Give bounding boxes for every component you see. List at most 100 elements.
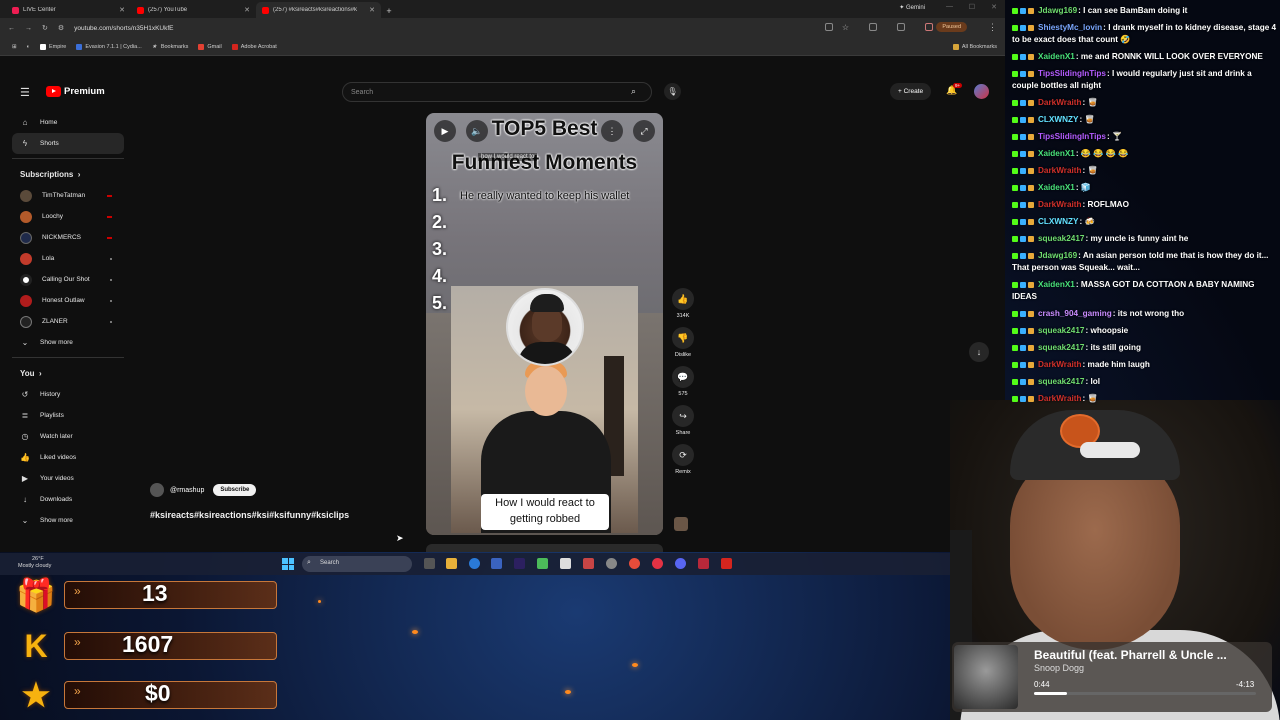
app-icon[interactable]: [583, 558, 594, 569]
close-window-icon[interactable]: ✕: [991, 3, 997, 11]
bookmark-gmail[interactable]: Gmail: [198, 43, 222, 50]
chat-username[interactable]: XaidenX1: [1038, 52, 1075, 61]
tab-live-center[interactable]: LIVE Center ✕: [6, 2, 131, 18]
windows-start-icon[interactable]: [282, 558, 294, 570]
chat-username[interactable]: Jdawg169: [1038, 6, 1077, 15]
chat-username[interactable]: DarkWraith: [1038, 394, 1082, 403]
chat-username[interactable]: Jdawg169: [1038, 251, 1077, 260]
xbox-icon[interactable]: [537, 558, 548, 569]
discord-icon[interactable]: [675, 558, 686, 569]
weather-widget[interactable]: 26°F Mostly cloudy: [18, 556, 51, 570]
chat-username[interactable]: squeak2417: [1038, 326, 1084, 335]
volume-icon[interactable]: 🔈: [466, 120, 488, 142]
chat-username[interactable]: DarkWraith: [1038, 200, 1082, 209]
obs-icon[interactable]: [560, 558, 571, 569]
chat-username[interactable]: XaidenX1: [1038, 280, 1075, 289]
apps-icon[interactable]: ⊞: [12, 44, 17, 50]
youtube-music-icon[interactable]: [652, 558, 663, 569]
acrobat-icon[interactable]: [721, 558, 732, 569]
sidebar-item-honest-outlaw[interactable]: Honest Outlaw: [12, 290, 124, 311]
close-icon[interactable]: ✕: [119, 6, 125, 14]
sound-avatar[interactable]: [674, 517, 688, 531]
gemini-button[interactable]: ✦ Gemini: [899, 4, 925, 11]
comments-button[interactable]: 💬 575: [670, 366, 696, 397]
bookmark-star-icon[interactable]: ☆: [842, 23, 849, 32]
premiere-icon[interactable]: [514, 558, 525, 569]
shorts-video-player[interactable]: Funniest Moments TOP5 Best how I would r…: [426, 113, 663, 535]
chat-username[interactable]: crash_904_gaming: [1038, 309, 1112, 318]
subscribe-button[interactable]: Subscribe: [213, 484, 257, 496]
account-avatar[interactable]: [974, 84, 989, 99]
all-bookmarks[interactable]: All Bookmarks: [952, 44, 997, 50]
remix-button[interactable]: ⟳ Remix: [670, 444, 696, 475]
sidebar-item-playlists[interactable]: ≣ Playlists: [12, 405, 124, 426]
subscriptions-heading[interactable]: Subscriptions ›: [12, 163, 124, 185]
back-icon[interactable]: ←: [8, 25, 15, 32]
sidebar-item-shorts[interactable]: ϟ Shorts: [12, 133, 124, 154]
new-tab-icon[interactable]: +: [381, 6, 397, 16]
file-explorer-icon[interactable]: [446, 558, 457, 569]
create-button[interactable]: + Create: [890, 83, 932, 100]
maximize-icon[interactable]: ☐: [969, 3, 975, 11]
chat-username[interactable]: DarkWraith: [1038, 166, 1082, 175]
chat-username[interactable]: XaidenX1: [1038, 183, 1075, 192]
bookmark-empire[interactable]: Empire: [39, 43, 66, 50]
chat-username[interactable]: squeak2417: [1038, 343, 1084, 352]
chat-username[interactable]: TipsSlidingInTips: [1038, 69, 1106, 78]
sidebar-icon[interactable]: [897, 23, 905, 31]
more-menu-icon[interactable]: ⋮: [988, 22, 997, 33]
sidebar-show-more[interactable]: ⌄ Show more: [12, 332, 124, 353]
site-info-icon[interactable]: ⚙: [58, 24, 64, 32]
chat-username[interactable]: XaidenX1: [1038, 149, 1075, 158]
extension-icon[interactable]: [925, 23, 933, 31]
tab-shorts[interactable]: (257) #ksireacts#ksireactions#k ✕: [256, 2, 381, 18]
bookmark-evasion[interactable]: Evasion 7.1.1 | Cydia...: [76, 43, 142, 50]
tab-youtube[interactable]: (257) YouTube ✕: [131, 2, 256, 18]
menu-icon[interactable]: ☰: [20, 86, 30, 99]
chat-username[interactable]: CLXWNZY: [1038, 115, 1078, 124]
chat-username[interactable]: CLXWNZY: [1038, 217, 1078, 226]
fullscreen-icon[interactable]: ⤢: [633, 120, 655, 142]
chat-username[interactable]: TipsSlidingInTips: [1038, 132, 1106, 141]
sidebar-item-calling-our-shot[interactable]: Calling Our Shot: [12, 269, 124, 290]
minimize-icon[interactable]: —: [946, 3, 953, 10]
play-icon[interactable]: ▶: [434, 120, 456, 142]
like-button[interactable]: 👍 314K: [670, 288, 696, 319]
bookmark-bookmarks[interactable]: ★ Bookmarks: [152, 44, 189, 50]
sidebar-item-zlaner[interactable]: ZLANER: [12, 311, 124, 332]
chat-username[interactable]: DarkWraith: [1038, 98, 1082, 107]
app-icon[interactable]: [698, 558, 709, 569]
bookmark-favicon-icon[interactable]: ◐: [27, 44, 30, 50]
chat-username[interactable]: squeak2417: [1038, 234, 1084, 243]
chrome-icon[interactable]: [629, 558, 640, 569]
chat-username[interactable]: ShiestyMc_lovin: [1038, 23, 1102, 32]
taskbar-search[interactable]: Search: [302, 556, 412, 572]
close-icon[interactable]: ✕: [244, 6, 250, 14]
profile-paused-badge[interactable]: Paused: [936, 22, 967, 32]
youtube-logo[interactable]: Premium: [46, 86, 105, 97]
forward-icon[interactable]: →: [25, 25, 32, 32]
you-heading[interactable]: You ›: [12, 362, 124, 384]
task-view-icon[interactable]: [424, 558, 435, 569]
next-short-arrow-icon[interactable]: ↓: [969, 342, 989, 362]
search-input[interactable]: Search: [342, 82, 652, 102]
sidebar-item-watch-later[interactable]: ◷ Watch later: [12, 426, 124, 447]
cast-icon[interactable]: [825, 23, 833, 31]
extensions-icon[interactable]: [869, 23, 877, 31]
sidebar-item-timthetatman[interactable]: TimTheTatman: [12, 185, 124, 206]
edge-icon[interactable]: [469, 558, 480, 569]
settings-icon[interactable]: [606, 558, 617, 569]
sidebar-item-history[interactable]: ↺ History: [12, 384, 124, 405]
channel-name[interactable]: @rmashup: [170, 487, 204, 494]
sidebar-item-lola[interactable]: Lola: [12, 248, 124, 269]
store-icon[interactable]: [491, 558, 502, 569]
more-options-icon[interactable]: ⋮: [601, 120, 623, 142]
sidebar-item-nickmercs[interactable]: NICKMERCS: [12, 227, 124, 248]
sidebar-item-loochy[interactable]: Loochy: [12, 206, 124, 227]
bookmark-acrobat[interactable]: Adobe Acrobat: [231, 43, 277, 50]
video-hashtags[interactable]: #ksireacts#ksireactions#ksi#ksifunny#ksi…: [150, 510, 349, 520]
url-field[interactable]: youtube.com/shorts/n35H1xKUkfE: [74, 25, 173, 32]
search-icon[interactable]: ⌕: [631, 86, 636, 97]
sidebar-show-more-2[interactable]: ⌄ Show more: [12, 510, 124, 531]
sidebar-item-your-videos[interactable]: ▶ Your videos: [12, 468, 124, 489]
